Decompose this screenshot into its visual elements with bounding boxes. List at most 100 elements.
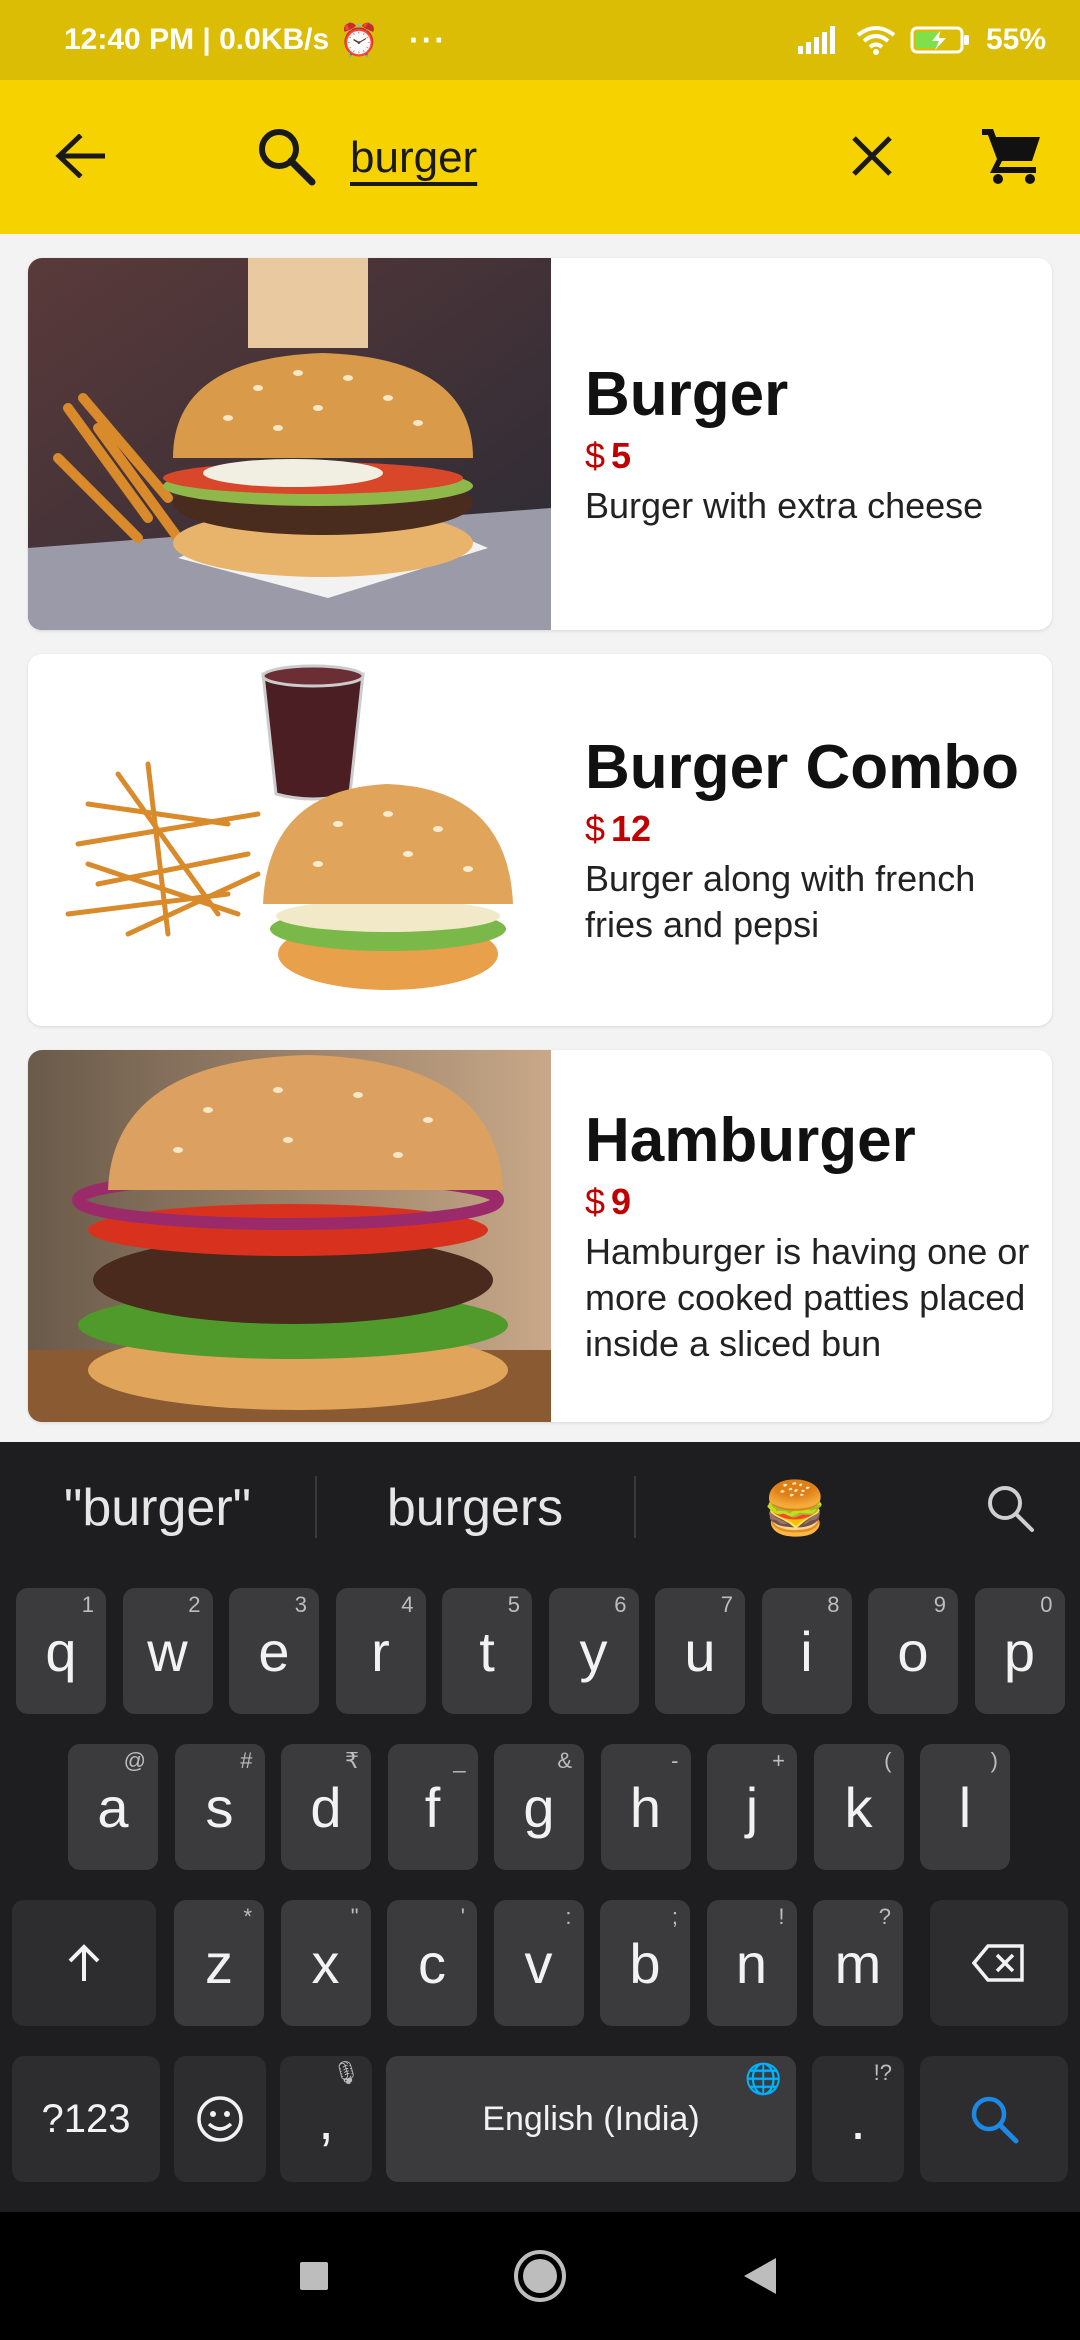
- key-j[interactable]: + j: [707, 1744, 797, 1870]
- key-hint: #: [240, 1748, 253, 1773]
- space-key[interactable]: 🌐 English (India): [386, 2056, 796, 2182]
- emoji-suggestion[interactable]: 🍔: [720, 1468, 870, 1548]
- key-d[interactable]: ₹ d: [281, 1744, 371, 1870]
- key-n[interactable]: ! n: [706, 1900, 797, 2026]
- key-m[interactable]: ? m: [813, 1900, 903, 2026]
- key-u[interactable]: 7u: [655, 1588, 745, 1714]
- back-button[interactable]: [44, 120, 116, 192]
- home-button[interactable]: [510, 2246, 570, 2306]
- key-hint: +: [772, 1748, 785, 1773]
- key-l[interactable]: ) l: [920, 1744, 1010, 1870]
- soft-keyboard: "burger" burgers 🍔 ?123 �: [0, 1442, 1080, 2212]
- key-hint: *: [243, 1904, 252, 1929]
- key-label: n: [735, 1931, 768, 1995]
- key-v[interactable]: :v: [493, 1900, 584, 2026]
- suggestion-strip: "burger" burgers 🍔: [0, 1442, 1080, 1578]
- key-label: z: [205, 1931, 233, 1995]
- arrow-left-icon: [55, 134, 105, 178]
- product-description: Burger with extra cheese: [585, 485, 984, 526]
- signal-icon: [797, 26, 835, 54]
- key-f[interactable]: _ f: [387, 1744, 478, 1870]
- key-label: t: [479, 1619, 495, 1683]
- key-g[interactable]: & g: [494, 1744, 584, 1870]
- key-label: e: [258, 1619, 290, 1683]
- product-image-burger-combo: [28, 654, 551, 1026]
- back-nav-button[interactable]: [730, 2246, 790, 2306]
- cart-button[interactable]: [974, 118, 1050, 194]
- key-hint: ": [350, 1904, 359, 1929]
- microphone-icon: 🎙: [332, 2060, 360, 2085]
- price-value: 9: [611, 1181, 632, 1222]
- key-t[interactable]: 5t: [442, 1588, 532, 1714]
- suggestion-divider: [634, 1476, 636, 1538]
- key-label: d: [310, 1775, 342, 1839]
- key-hint: 0: [1040, 1592, 1053, 1617]
- product-card-burger-combo[interactable]: Burger Combo $12 Burger along with frenc…: [28, 654, 1052, 1026]
- key-s[interactable]: # s: [174, 1744, 265, 1870]
- key-hint: 4: [401, 1592, 414, 1617]
- key-i[interactable]: 8i: [761, 1588, 852, 1714]
- key-label: c: [418, 1931, 446, 1995]
- search-action-key[interactable]: [920, 2056, 1068, 2182]
- product-info: Burger $5 Burger with extra cheese: [585, 258, 1032, 630]
- shift-key[interactable]: [12, 1900, 156, 2026]
- symbols-key[interactable]: ?123: [12, 2056, 160, 2182]
- key-r[interactable]: 4r: [335, 1588, 426, 1714]
- product-name: Burger: [585, 360, 789, 429]
- keyboard-search-button[interactable]: [965, 1468, 1055, 1548]
- suggestion-item[interactable]: "burger": [30, 1468, 285, 1548]
- key-label: v: [524, 1931, 553, 1995]
- status-bar: 12:40 PM | 0.0KB/s ⏰ ··· 55%: [0, 0, 1080, 80]
- key-hint: 3: [294, 1592, 307, 1617]
- period-key[interactable]: !? .: [812, 2056, 904, 2182]
- key-hint: ): [990, 1748, 998, 1773]
- key-e[interactable]: 3e: [229, 1588, 319, 1714]
- key-hint: (: [884, 1748, 892, 1773]
- comma-key[interactable]: 🎙 ,: [280, 2056, 372, 2182]
- more-notifications-icon: ···: [409, 21, 447, 58]
- key-hint: &: [557, 1748, 572, 1773]
- suggestion-divider: [315, 1476, 317, 1538]
- key-hint: 6: [614, 1592, 627, 1617]
- key-hint: -: [671, 1748, 679, 1773]
- wifi-icon: [856, 26, 896, 55]
- price-value: 5: [611, 435, 632, 476]
- key-b[interactable]: ; b: [600, 1900, 690, 2026]
- search-app-bar: burger: [0, 80, 1080, 234]
- suggestion-item[interactable]: burgers: [345, 1468, 605, 1548]
- recents-button[interactable]: [284, 2246, 344, 2306]
- product-price: $5: [585, 433, 1032, 479]
- key-o[interactable]: 9o: [868, 1588, 958, 1714]
- cart-icon: [982, 129, 1040, 184]
- key-w[interactable]: 2w: [122, 1588, 213, 1714]
- key-hint: 2: [188, 1592, 201, 1617]
- product-card-burger[interactable]: Burger $5 Burger with extra cheese: [28, 258, 1052, 630]
- product-name: Burger Combo: [585, 733, 1019, 802]
- key-c[interactable]: ' c: [387, 1900, 477, 2026]
- status-time-speed: 12:40 PM | 0.0KB/s: [64, 23, 330, 56]
- key-y[interactable]: 6y: [548, 1588, 639, 1714]
- key-label: m: [834, 1931, 882, 1995]
- clear-search-button[interactable]: [836, 120, 908, 192]
- product-description: Hamburger is having one or more cooked p…: [585, 1231, 1030, 1364]
- key-hint: :: [565, 1904, 572, 1929]
- search-icon: [254, 124, 318, 188]
- key-p[interactable]: 0p: [974, 1588, 1065, 1714]
- emoji-key[interactable]: [174, 2056, 266, 2182]
- key-hint: 1: [81, 1592, 94, 1617]
- key-a[interactable]: @ a: [68, 1744, 158, 1870]
- key-x[interactable]: " x: [280, 1900, 371, 2026]
- currency-symbol: $: [585, 435, 606, 476]
- key-z[interactable]: * z: [174, 1900, 264, 2026]
- backspace-key[interactable]: [930, 1900, 1068, 2026]
- key-k[interactable]: (k: [813, 1744, 904, 1870]
- product-card-hamburger[interactable]: Hamburger $9 Hamburger is having one or …: [28, 1050, 1052, 1422]
- key-label: k: [844, 1775, 873, 1839]
- key-q[interactable]: 1q: [16, 1588, 106, 1714]
- key-h[interactable]: -h: [600, 1744, 691, 1870]
- currency-symbol: $: [585, 1181, 606, 1222]
- search-input[interactable]: burger: [350, 120, 810, 196]
- triangle-back-icon: [744, 2258, 776, 2294]
- battery-charging-icon: [910, 26, 969, 54]
- battery-percent: 55%: [985, 23, 1046, 56]
